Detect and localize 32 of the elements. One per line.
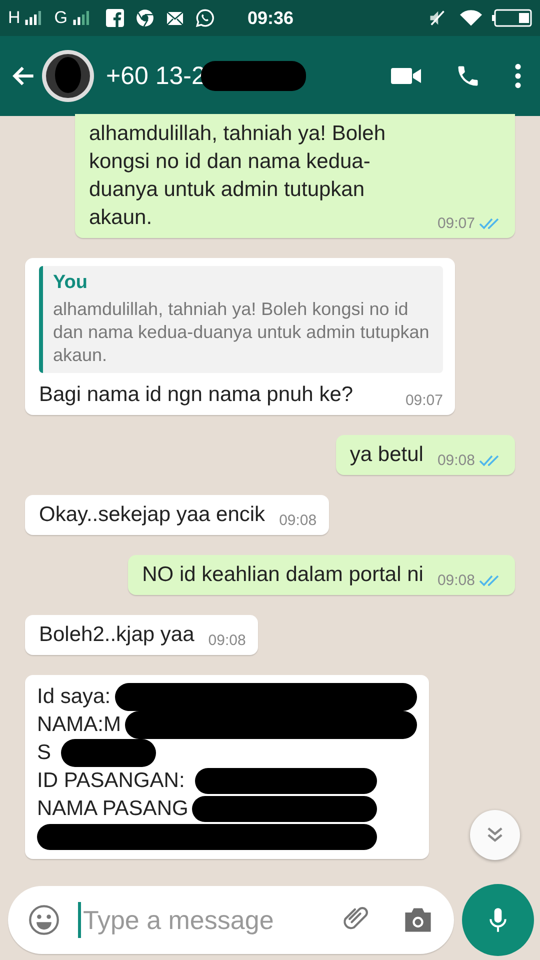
quote-author: You [53,272,88,294]
message-text: Bagi nama id ngn nama pnuh ke? [39,382,354,408]
network-type: H [8,8,20,28]
incoming-message[interactable]: Id saya: NAMA:M S ID PASANGAN: NAMA PASANG [25,675,429,859]
message-time: 09:08 [437,572,475,589]
message-text: NO id keahlian dalam portal ni [142,562,424,588]
message-text: ya betul [350,442,424,468]
message-text: alhamdulillah, tahniah ya! Boleh kongsi no id dan nama kedua-duanya untuk admin tutupkan akaun. [89,121,387,231]
incoming-message[interactable]: Okay..sekejap yaa encik 09:08 [25,495,329,535]
incoming-message[interactable]: You alhamdulillah, tahniah ya! Boleh kongsi no id dan nama kedua-duanya untuk admin tutupkan akaun. Bagi nama id ngn nama pnuh ke? 09:07 [25,258,455,415]
message-text: Id saya: [37,684,111,710]
message-text: Okay..sekejap yaa encik [39,502,266,528]
message-time: 09:08 [437,452,475,469]
message-text: NAMA PASANG [37,796,188,822]
message-text: S [37,740,52,766]
outgoing-message[interactable]: NO id keahlian dalam portal ni 09:08 [128,555,515,595]
message-text: NAMA:M [37,712,121,738]
incoming-message[interactable]: Boleh2..kjap yaa 09:08 [25,615,258,655]
message-time: 09:08 [208,632,246,649]
quote-text: alhamdulillah, tahniah ya! Boleh kongsi no id dan nama kedua-duanya untuk admin tutupkan akaun. [53,298,430,367]
status-time: 09:36 [248,8,294,28]
message-time: 09:07 [437,215,475,232]
quoted-message[interactable]: You alhamdulillah, tahniah ya! Boleh kongsi no id dan nama kedua-duanya untuk admin tutupkan akaun. [39,266,443,373]
message-text: ID PASANGAN: [37,768,185,794]
message-time: 09:07 [405,392,443,409]
message-text: Boleh2..kjap yaa [39,622,194,648]
outgoing-message[interactable]: ya betul 09:08 [336,435,515,475]
message-input[interactable]: Type a message [81,904,340,936]
message-field[interactable]: Type a message [8,886,454,954]
message-time: 09:08 [279,512,317,529]
network-type: G [54,8,68,28]
outgoing-message[interactable]: alhamdulillah, tahniah ya! Boleh kongsi no id dan nama kedua-duanya untuk admin tutupkan akaun. 09:07 [75,114,515,238]
